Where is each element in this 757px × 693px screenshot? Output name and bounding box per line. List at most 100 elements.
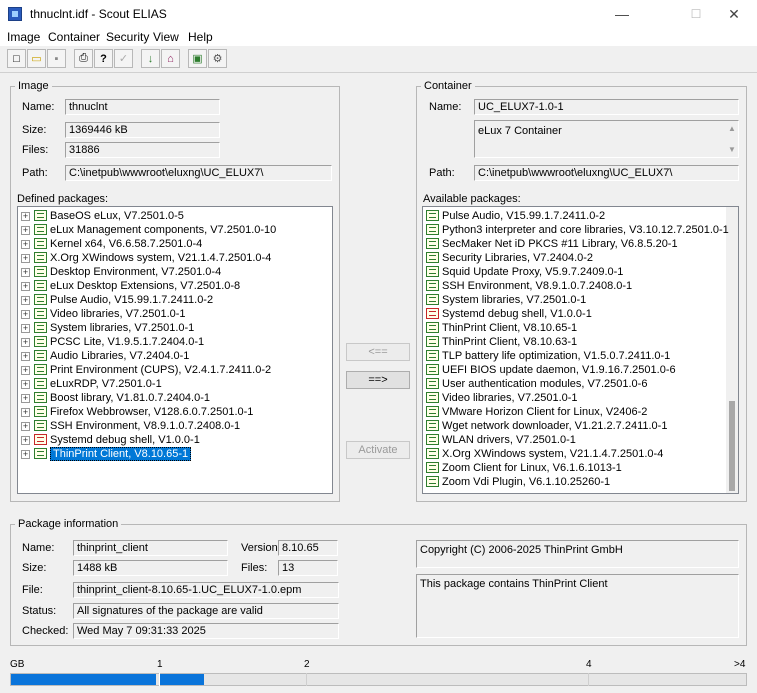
package-row[interactable]: X.Org XWindows system, V21.1.4.7.2501.0-… [423, 447, 723, 461]
export-icon[interactable]: ⌂ [161, 49, 180, 68]
usage-bar-fill-extra [160, 674, 204, 685]
package-row[interactable]: VMware Horizon Client for Linux, V2406-2 [423, 405, 723, 419]
package-row[interactable]: Systemd debug shell, V1.0.0-1 [423, 307, 723, 321]
usage-tick-1: 1 [157, 659, 163, 670]
package-row[interactable]: SecMaker Net iD PKCS #11 Library, V6.8.5… [423, 237, 723, 251]
menu-image[interactable]: Image [7, 30, 40, 44]
package-row[interactable]: Zoom Client for Linux, V6.1.6.1013-1 [423, 461, 723, 475]
package-icon [426, 280, 439, 291]
scroll-down-icon[interactable]: ▼ [728, 145, 736, 154]
security-disabled-icon[interactable]: ✓ [114, 49, 133, 68]
expand-icon[interactable]: + [21, 408, 30, 417]
package-row[interactable]: UEFI BIOS update daemon, V1.9.16.7.2501.… [423, 363, 723, 377]
save-icon[interactable]: ▪ [47, 49, 66, 68]
package-row[interactable]: + Pulse Audio, V15.99.1.7.2411.0-2 [18, 293, 318, 307]
menu-security[interactable]: Security [106, 30, 149, 44]
menu-container[interactable]: Container [48, 30, 100, 44]
expand-icon[interactable]: + [21, 450, 30, 459]
package-row[interactable]: User authentication modules, V7.2501.0-6 [423, 377, 723, 391]
scrollbar-thumb[interactable] [729, 401, 735, 491]
package-row[interactable]: + SSH Environment, V8.9.1.0.7.2408.0-1 [18, 419, 318, 433]
package-row[interactable]: System libraries, V7.2501.0-1 [423, 293, 723, 307]
package-row[interactable]: + Audio Libraries, V7.2404.0-1 [18, 349, 318, 363]
package-row[interactable]: + ThinPrint Client, V8.10.65-1 [18, 447, 318, 461]
package-row[interactable]: + BaseOS eLux, V7.2501.0-5 [18, 209, 318, 223]
settings-icon[interactable]: ⚙ [208, 49, 227, 68]
package-row[interactable]: Wget network downloader, V1.21.2.7.2411.… [423, 419, 723, 433]
expand-icon[interactable]: + [21, 240, 30, 249]
package-icon [34, 252, 47, 263]
package-row[interactable]: + System libraries, V7.2501.0-1 [18, 321, 318, 335]
package-row[interactable]: + Systemd debug shell, V1.0.0-1 [18, 433, 318, 447]
add-package-button[interactable]: ==> [346, 371, 410, 389]
pkg-checked-field: Wed May 7 09:31:33 2025 [73, 623, 339, 639]
package-row[interactable]: + Firefox Webbrowser, V128.6.0.7.2501.0-1 [18, 405, 318, 419]
package-row[interactable]: + PCSC Lite, V1.9.5.1.7.2404.0-1 [18, 335, 318, 349]
expand-icon[interactable]: + [21, 310, 30, 319]
package-row[interactable]: Python3 interpreter and core libraries, … [423, 223, 729, 237]
expand-icon[interactable]: + [21, 422, 30, 431]
package-row[interactable]: ThinPrint Client, V8.10.63-1 [423, 335, 723, 349]
open-icon[interactable]: ▭ [27, 49, 46, 68]
defined-packages-list[interactable]: + BaseOS eLux, V7.2501.0-5 + eLux Managemen… [17, 206, 333, 494]
expand-icon[interactable]: + [21, 268, 30, 277]
package-icon [426, 322, 439, 333]
pkg-size-label: Size: [22, 562, 47, 574]
package-row[interactable]: + Boost library, V1.81.0.7.2404.0-1 [18, 391, 318, 405]
package-row[interactable]: + eLux Desktop Extensions, V7.2501.0-8 [18, 279, 318, 293]
menu-help[interactable]: Help [188, 30, 213, 44]
import-icon[interactable]: ↓ [141, 49, 160, 68]
image-path-label: Path: [22, 167, 48, 179]
minimize-button[interactable]: — [599, 0, 645, 28]
package-icon [34, 210, 47, 221]
package-row[interactable]: SSH Environment, V8.9.1.0.7.2408.0-1 [423, 279, 723, 293]
available-scrollbar[interactable] [726, 207, 738, 493]
package-label: eLuxRDP, V7.2501.0-1 [50, 378, 162, 390]
package-row[interactable]: + Desktop Environment, V7.2501.0-4 [18, 265, 318, 279]
menu-view[interactable]: View [153, 30, 179, 44]
help-icon[interactable]: ? [94, 49, 113, 68]
package-label: Python3 interpreter and core libraries, … [442, 224, 729, 236]
activate-button[interactable]: Activate [346, 441, 410, 459]
expand-icon[interactable]: + [21, 380, 30, 389]
expand-icon[interactable]: + [21, 296, 30, 305]
package-row[interactable]: + X.Org XWindows system, V21.1.4.7.2501.0… [18, 251, 318, 265]
expand-icon[interactable]: + [21, 366, 30, 375]
close-button[interactable]: ✕ [711, 0, 757, 28]
expand-icon[interactable]: + [21, 254, 30, 263]
expand-icon[interactable]: + [21, 212, 30, 221]
package-row[interactable]: + Kernel x64, V6.6.58.7.2501.0-4 [18, 237, 318, 251]
expand-icon[interactable]: + [21, 436, 30, 445]
package-row[interactable]: + eLux Management components, V7.2501.0-1… [18, 223, 318, 237]
expand-icon[interactable]: + [21, 324, 30, 333]
package-row[interactable]: Video libraries, V7.2501.0-1 [423, 391, 723, 405]
package-icon [426, 210, 439, 221]
package-row[interactable]: Security Libraries, V7.2404.0-2 [423, 251, 723, 265]
package-row[interactable]: + eLuxRDP, V7.2501.0-1 [18, 377, 318, 391]
scroll-up-icon[interactable]: ▲ [728, 124, 736, 133]
package-row[interactable]: Pulse Audio, V15.99.1.7.2411.0-2 [423, 209, 723, 223]
package-row[interactable]: ThinPrint Client, V8.10.65-1 [423, 321, 723, 335]
expand-icon[interactable]: + [21, 394, 30, 403]
image-icon[interactable]: ▣ [188, 49, 207, 68]
package-label: Zoom Client for Linux, V6.1.6.1013-1 [442, 462, 622, 474]
expand-icon[interactable]: + [21, 282, 30, 291]
package-row[interactable]: + Print Environment (CUPS), V2.4.1.7.2411… [18, 363, 318, 377]
package-row[interactable]: TLP battery life optimization, V1.5.0.7.… [423, 349, 723, 363]
package-row[interactable]: + Video libraries, V7.2501.0-1 [18, 307, 318, 321]
usage-divider [588, 673, 589, 686]
expand-icon[interactable]: + [21, 352, 30, 361]
print-icon[interactable]: ⎙ [74, 49, 93, 68]
package-icon [426, 392, 439, 403]
package-row[interactable]: WLAN drivers, V7.2501.0-1 [423, 433, 723, 447]
package-row[interactable]: Squid Update Proxy, V5.9.7.2409.0-1 [423, 265, 723, 279]
new-icon[interactable]: □ [7, 49, 26, 68]
package-row[interactable]: Zoom Vdi Plugin, V6.1.10.25260-1 [423, 475, 723, 489]
package-icon [426, 406, 439, 417]
usage-tick-gb: GB [10, 659, 25, 670]
expand-icon[interactable]: + [21, 226, 30, 235]
available-packages-list[interactable]: Pulse Audio, V15.99.1.7.2411.0-2 Python3 … [422, 206, 739, 494]
package-label: X.Org XWindows system, V21.1.4.7.2501.0-… [50, 252, 272, 264]
expand-icon[interactable]: + [21, 338, 30, 347]
remove-package-button[interactable]: <== [346, 343, 410, 361]
